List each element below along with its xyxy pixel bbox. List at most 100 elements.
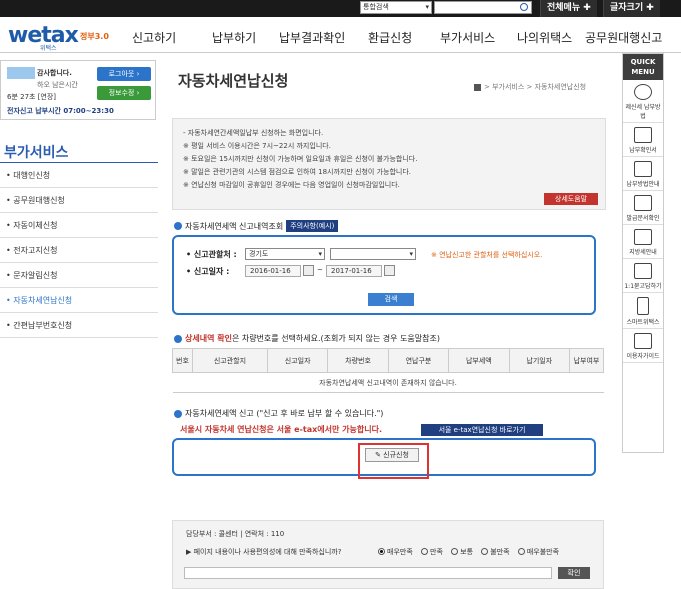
quick-item-qna[interactable]: 1:1묻고답하기 xyxy=(623,259,663,293)
monitor-icon xyxy=(634,263,652,279)
radio-very-satisfied[interactable] xyxy=(378,548,385,555)
sidebar-item-e-notice[interactable]: • 전자고지신청 xyxy=(0,238,158,263)
notice-line: ※ 말일은 관련기관의 시스템 점검으로 인하여 18시까지만 신청이 가능합니… xyxy=(183,168,411,176)
radio-satisfied[interactable] xyxy=(421,548,428,555)
quick-item-guide[interactable]: 이용자가이드 xyxy=(623,329,663,363)
printer-icon xyxy=(634,127,652,143)
highlight-frame xyxy=(358,443,429,479)
col-header: 신고일자 xyxy=(266,348,329,373)
edit-info-button[interactable]: 정보수정 › xyxy=(97,86,151,100)
help-button[interactable]: 상세도움말 xyxy=(544,193,598,205)
quick-item-pay-guide[interactable]: 납부방법안내 xyxy=(623,157,663,191)
quick-item-local-tax[interactable]: 지방세안내 xyxy=(623,225,663,259)
sidebar-title: 부가서비스 xyxy=(4,145,69,161)
results-section-title: 상세내역 확인 은 차량번호를 선택하세요.(조회가 되지 않는 경우 도움말참조… xyxy=(174,333,440,344)
guide-book-icon xyxy=(634,333,652,349)
nav-item-pay[interactable]: 납부하기 xyxy=(212,29,256,46)
notice-line: - 자동차세연간세액일납부 신청하는 화면입니다. xyxy=(183,129,324,137)
sidebar-item-official-agent[interactable]: • 공무원대행신청 xyxy=(0,188,158,213)
nav-item-extra[interactable]: 부가서비스 xyxy=(440,29,495,46)
search-section-title: 자동차세연세액 신고내역조회 주의사항(예시) xyxy=(174,220,339,232)
bullet-icon xyxy=(174,334,182,343)
nav-item-my[interactable]: 나의위택스 xyxy=(517,29,572,46)
user-name-mask xyxy=(7,67,35,79)
col-header: 차량번호 xyxy=(327,348,389,373)
radio-neutral[interactable] xyxy=(451,548,459,555)
breadcrumb: > 부가서비스 > 자동차세연납신청 xyxy=(474,82,586,92)
col-header: 납부여부 xyxy=(569,348,604,373)
nav-item-pay-result[interactable]: 납부결과확인 xyxy=(279,29,345,46)
col-header: 납부세액 xyxy=(448,348,510,373)
font-size-button[interactable]: 글자크기 ✚ xyxy=(603,0,660,17)
apply-section-title: 자동차세연세액 신고 ("신고 후 바로 납부 할 수 있습니다.") xyxy=(174,408,383,419)
notice-line: ※ 연납신청 마감일이 공휴일인 경우에는 다음 영업일이 신청마감일입니다. xyxy=(183,181,400,189)
nav-item-official[interactable]: 공무원대행신고 xyxy=(585,29,662,46)
seoul-etax-shortcut-button[interactable]: 서울 e-tax연납신청 바로가기 xyxy=(421,424,543,436)
search-scope-select[interactable]: 통합검색 xyxy=(360,1,432,14)
quick-item-doc-verify[interactable]: 발급문서확인 xyxy=(623,191,663,225)
quick-menu-title: QUICK MENU xyxy=(623,54,663,80)
col-header: 번호 xyxy=(172,348,193,373)
nav-item-refund[interactable]: 환급신청 xyxy=(368,29,412,46)
gov-tag: 정부3.0 xyxy=(80,32,109,41)
sidebar-item-autopay[interactable]: • 자동이체신청 xyxy=(0,213,158,238)
page-title: 자동차세연납신청 xyxy=(178,72,289,90)
sidebar-item-agent[interactable]: • 대행인신청 xyxy=(0,163,158,188)
sidebar-item-car-tax-annual[interactable]: • 자동차세연납신청 xyxy=(0,288,158,313)
quick-item-receipt[interactable]: 납부확인서 xyxy=(623,123,663,157)
radio-unsatisfied[interactable] xyxy=(481,548,489,555)
all-menu-button[interactable]: 전체메뉴 ✚ xyxy=(540,0,597,17)
top-search: 통합검색 xyxy=(360,1,532,14)
region-label: • 신고관할처 : xyxy=(186,250,237,259)
sidebar-item-easy-pay[interactable]: • 간편납부번호신청 xyxy=(0,313,158,338)
search-input[interactable] xyxy=(434,1,532,14)
greeting: 감사합니다. xyxy=(37,69,72,77)
main-nav: wetax 위택스 정부3.0 신고하기 납부하기 납부결과확인 환급신청 부가… xyxy=(0,17,681,53)
nav-item-report[interactable]: 신고하기 xyxy=(132,29,176,46)
date-separator: ~ xyxy=(317,266,323,274)
dept-info: 담당부서 : 콜센터 | 연락처 : 110 xyxy=(186,530,285,538)
sidebar-item-sms[interactable]: • 문자알림신청 xyxy=(0,263,158,288)
login-box: 감사합니다. 하오 남은시간 6분 27초 [연장] 전자신고 납부시간 07:… xyxy=(0,60,156,120)
radio-very-unsatisfied[interactable] xyxy=(517,548,525,555)
table-header-row: 번호 신고관할지 신고일자 차량번호 연납구분 납부세액 납기일자 납부여부 xyxy=(172,348,604,373)
results-table: 번호 신고관할지 신고일자 차량번호 연납구분 납부세액 납기일자 납부여부 자… xyxy=(172,348,604,393)
notice-line: ※ 평일 서비스 이용시간은 7시~22시 까지입니다. xyxy=(183,142,331,150)
calendar-icon[interactable] xyxy=(384,265,395,276)
logout-button[interactable]: 로그아웃 › xyxy=(97,67,151,81)
col-header: 납기일자 xyxy=(508,348,571,373)
notice-box: - 자동차세연간세액일납부 신청하는 화면입니다. ※ 평일 서비스 이용시간은… xyxy=(172,118,606,210)
region-select[interactable]: 경기도 xyxy=(245,248,325,260)
feedback-ok-button[interactable]: 확인 xyxy=(558,567,590,579)
caution-tag[interactable]: 주의사항(예시) xyxy=(286,220,339,232)
document-icon xyxy=(634,195,652,211)
top-bar: 통합검색 전체메뉴 ✚ 글자크기 ✚ xyxy=(0,0,681,17)
subregion-select[interactable] xyxy=(330,248,416,260)
service-hours: 전자신고 납부시간 07:00~23:30 xyxy=(7,107,114,115)
calendar-icon xyxy=(634,161,652,177)
session-timer[interactable]: 6분 27초 [연장] xyxy=(7,92,56,102)
quick-item-smart[interactable]: 스마트위택스 xyxy=(623,293,663,329)
smartphone-icon xyxy=(637,297,649,315)
feedback-input[interactable] xyxy=(184,567,552,579)
search-icon[interactable] xyxy=(520,3,528,11)
calendar-icon[interactable] xyxy=(303,265,314,276)
table-row: 자동차연납세액 신고내역이 존재하지 않습니다. xyxy=(172,372,604,393)
seoul-notice: 서울시 자동차세 연납신청은 서울 e-tax에서만 가능합니다. xyxy=(180,425,383,434)
home-icon[interactable] xyxy=(474,83,481,91)
search-button[interactable]: 검색 xyxy=(368,293,414,306)
region-hint: ※ 연납신고한 관할처를 선택하십시오. xyxy=(431,251,543,259)
empty-message: 자동차연납세액 신고내역이 존재하지 않습니다. xyxy=(172,372,604,393)
book-icon xyxy=(634,229,652,245)
session-label: 하오 남은시간 xyxy=(37,81,78,89)
bullet-icon xyxy=(174,409,182,418)
pay-method-icon xyxy=(634,84,652,100)
bullet-icon xyxy=(174,222,182,230)
col-header: 신고관할지 xyxy=(192,348,268,373)
date-to-input[interactable]: 2017-01-16 xyxy=(326,265,382,277)
quick-item-pay-method[interactable]: 제신세 납부방법 xyxy=(623,80,663,123)
notice-line: ※ 토요일은 15시까지만 신청이 가능하며 일요일과 휴일은 신청이 불가능합… xyxy=(183,155,418,163)
date-from-input[interactable]: 2016-01-16 xyxy=(245,265,301,277)
quick-menu: QUICK MENU 제신세 납부방법 납부확인서 납부방법안내 발급문서확인 … xyxy=(622,53,664,453)
logo-sub: 위택스 xyxy=(40,45,57,52)
